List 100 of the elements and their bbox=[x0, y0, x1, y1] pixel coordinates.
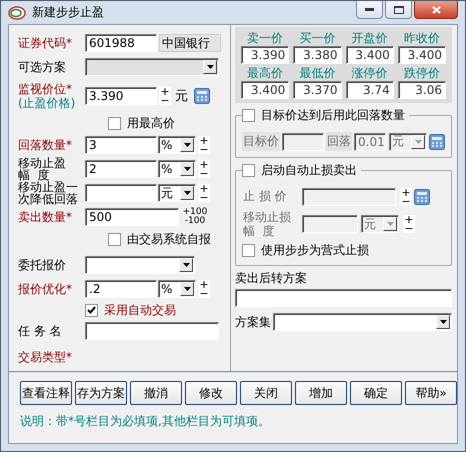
checkbox-label: 目标价达到后用此回落数量 bbox=[261, 107, 405, 124]
checkbox-label: 使用步步为营式止损 bbox=[261, 242, 369, 259]
field-label: 方案集 bbox=[235, 314, 271, 330]
input-field[interactable]: 2 bbox=[85, 160, 157, 178]
unit-dropdown[interactable]: % bbox=[158, 280, 196, 298]
input-field[interactable]: 3 bbox=[85, 136, 157, 154]
field-label: 次降低回落 bbox=[18, 193, 79, 205]
calculator-icon[interactable] bbox=[414, 188, 430, 204]
caret-icon bbox=[182, 263, 190, 267]
checkbox[interactable] bbox=[108, 232, 121, 246]
unit-label: 元 bbox=[175, 88, 188, 105]
check-icon bbox=[87, 306, 96, 314]
caret-icon bbox=[184, 287, 190, 291]
dropdown-button[interactable] bbox=[383, 217, 397, 231]
quote-value: 3.370 bbox=[293, 81, 342, 99]
dropdown-button[interactable] bbox=[180, 186, 194, 200]
window-title: 新建步步止盈 bbox=[32, 4, 104, 21]
field-label: 委托报价 bbox=[18, 258, 67, 272]
dropdown-button[interactable] bbox=[180, 138, 194, 152]
calculator-icon[interactable] bbox=[194, 88, 210, 104]
field-label: 回落数量* bbox=[18, 138, 73, 152]
stepper[interactable]: + − bbox=[198, 280, 210, 298]
input-field[interactable] bbox=[302, 188, 396, 206]
field-label: 可选方案 bbox=[18, 60, 67, 74]
unit-dropdown[interactable]: % bbox=[158, 160, 196, 178]
caret-icon bbox=[184, 191, 190, 195]
field-label: 卖出后转方案 bbox=[235, 270, 308, 287]
calculator-icon[interactable] bbox=[429, 134, 445, 150]
dialog-button[interactable]: 查看注释 bbox=[20, 381, 72, 405]
quote-label: 涨停价 bbox=[352, 66, 388, 81]
checkbox-label: 由交易系统自报 bbox=[127, 230, 211, 248]
quote-value: 3.390 bbox=[241, 46, 290, 64]
input-field[interactable]: 500 bbox=[85, 208, 179, 226]
quote-label: 最低价 bbox=[299, 66, 336, 81]
dropdown-button[interactable] bbox=[411, 134, 425, 148]
input-field[interactable]: .2 bbox=[85, 280, 157, 298]
dropdown-button[interactable] bbox=[436, 315, 450, 329]
quote-value: 3.06 bbox=[398, 81, 446, 99]
input-field[interactable]: 601988 bbox=[85, 34, 157, 52]
input-field[interactable] bbox=[235, 289, 452, 307]
unit-dropdown[interactable]: % bbox=[158, 136, 196, 154]
quote-label: 开盘价 bbox=[352, 31, 388, 46]
dropdown-button[interactable] bbox=[180, 282, 194, 296]
dropdown[interactable] bbox=[273, 313, 452, 331]
field-label: 移动止盈一 bbox=[18, 181, 79, 193]
dialog-button[interactable]: 关闭 bbox=[240, 381, 292, 405]
maximize-button[interactable] bbox=[385, 1, 412, 19]
quote-label: 最高价 bbox=[247, 66, 284, 81]
dropdown-button[interactable] bbox=[180, 162, 194, 176]
quote-value: 3.400 bbox=[398, 46, 446, 64]
field-label: 证券代码* bbox=[18, 36, 73, 50]
field-label: 移动止损 bbox=[242, 210, 292, 224]
dialog-button[interactable]: 存为方案 bbox=[75, 381, 127, 405]
dialog-button[interactable]: 帮助» bbox=[405, 381, 457, 405]
stepper[interactable]: + − bbox=[198, 160, 210, 178]
close-icon bbox=[432, 6, 440, 14]
field-label: 止 损 价 bbox=[242, 188, 288, 205]
dialog-button[interactable]: 确定 bbox=[350, 381, 402, 405]
close-button[interactable] bbox=[414, 1, 458, 19]
field-label: 目标价 bbox=[242, 132, 280, 151]
input-field[interactable] bbox=[85, 322, 219, 340]
dialog-button[interactable]: 撤消 bbox=[130, 381, 182, 405]
field-label: (止盈价格) bbox=[18, 97, 76, 110]
unit-dropdown[interactable]: 元 bbox=[158, 184, 196, 202]
field-label: 幅 度 bbox=[18, 169, 50, 181]
quote-value: 3.400 bbox=[241, 81, 290, 99]
caret-icon bbox=[184, 143, 190, 147]
quote-value: 3.74 bbox=[346, 81, 394, 99]
minimize-button[interactable] bbox=[356, 1, 383, 19]
stepper[interactable]: +100 -100 bbox=[181, 208, 209, 226]
note-text: 说明：带*号栏目为必填项,其他栏目为可填项。 bbox=[19, 413, 271, 430]
quote-label: 跌停价 bbox=[404, 66, 440, 81]
caret-icon bbox=[386, 222, 394, 226]
field-label: 交易类型* bbox=[18, 350, 73, 364]
caret-icon bbox=[414, 140, 422, 144]
stepper[interactable]: + − bbox=[159, 87, 171, 105]
dropdown[interactable] bbox=[85, 256, 195, 274]
input-field[interactable] bbox=[282, 132, 324, 150]
app-icon bbox=[8, 6, 26, 20]
dialog-button[interactable]: 增加 bbox=[295, 381, 347, 405]
input-field[interactable]: 3.390 bbox=[85, 87, 157, 105]
field-label: 幅 度 bbox=[242, 224, 276, 238]
checkbox[interactable] bbox=[85, 304, 98, 316]
quote-value: 3.400 bbox=[346, 46, 394, 64]
input-field[interactable] bbox=[302, 215, 358, 233]
maximize-icon bbox=[394, 6, 404, 14]
dropdown-button[interactable] bbox=[179, 258, 193, 272]
dialog-button[interactable]: 修改 bbox=[185, 381, 237, 405]
stepper[interactable]: + − bbox=[198, 136, 210, 154]
field-label: 卖出数量* bbox=[18, 210, 73, 224]
field-label: 报价优化* bbox=[18, 282, 73, 296]
input-field[interactable] bbox=[85, 184, 157, 202]
field-label: 任 务 名 bbox=[18, 324, 63, 338]
checkbox-label: 用最高价 bbox=[127, 114, 175, 132]
stepper[interactable]: + − bbox=[198, 184, 210, 202]
quote-label: 卖一价 bbox=[247, 31, 284, 46]
caret-icon bbox=[440, 320, 446, 324]
field-label: 移动止盈 bbox=[18, 157, 67, 169]
checkbox[interactable] bbox=[108, 116, 121, 130]
caret-icon bbox=[206, 65, 214, 69]
